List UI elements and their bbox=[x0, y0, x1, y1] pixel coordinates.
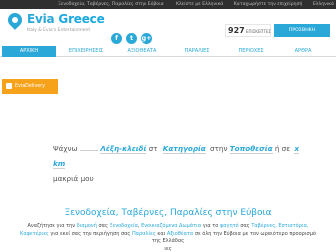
search-sentence: Ψάχνω Λέξη-κλειδί στ Κατηγορία στην Τοπο… bbox=[53, 141, 303, 186]
evia-delivery-button[interactable]: EviaDelivery bbox=[2, 79, 58, 94]
top-link-register-business[interactable]: Καταχωρήστε την επιχείρησή bbox=[234, 2, 303, 7]
nav-beaches[interactable]: ΠΑΡΑΛΙΕΣ bbox=[170, 46, 224, 57]
nav-businesses[interactable]: ΕΠΙΧΕΙΡΗΣΕΙΣ bbox=[59, 46, 113, 57]
evia-delivery-label: EviaDelivery bbox=[15, 84, 46, 89]
intro-link-cafes[interactable]: Καφετέριες bbox=[20, 231, 49, 237]
intro-link-hotels[interactable]: Ξενοδοχεία bbox=[109, 223, 137, 229]
search-keyword-marker: στ bbox=[148, 144, 158, 153]
site-logo[interactable]: Evia Greece Italy & Evia's Entertainment bbox=[5, 10, 105, 41]
intro-text-7: για εκεί σας την περιήγηση σας bbox=[48, 230, 132, 237]
nav-home[interactable]: ΑΡΧΙΚΗ bbox=[2, 46, 56, 57]
intro-paragraph: Αναζήτησε για την διαμονή σας Ξενοδοχεία… bbox=[20, 223, 316, 246]
twitter-icon[interactable]: t bbox=[126, 33, 137, 44]
main-nav: ΑΡΧΙΚΗ ΕΠΙΧΕΙΡΗΣΕΙΣ ΑΞΙΟΘΕΑΤΑ ΠΑΡΑΛΙΕΣ Π… bbox=[0, 46, 336, 57]
nav-areas[interactable]: ΠΕΡΙΟΧΕΣ bbox=[224, 46, 278, 57]
nav-articles[interactable]: ΑΡΘΡΑ bbox=[276, 46, 330, 57]
brand-part-evia: Evia bbox=[27, 12, 55, 26]
intro-text-5: σας bbox=[238, 223, 252, 229]
search-or-label: ή σε bbox=[274, 144, 291, 153]
search-keyword-gap bbox=[79, 150, 98, 151]
nav-sights[interactable]: ΑΞΙΟΘΕΑΤΑ bbox=[115, 46, 169, 57]
social-links: f t g+ bbox=[111, 25, 156, 44]
search-prefix: Ψάχνω bbox=[53, 144, 78, 153]
add-business-button[interactable]: ΠΡΟΣΘΗΚΗ bbox=[274, 24, 330, 37]
intro-text-8: και bbox=[155, 230, 167, 237]
google-plus-icon[interactable]: g+ bbox=[141, 33, 152, 44]
brand-tagline: Italy & Evia's Entertainment bbox=[27, 28, 91, 33]
search-suffix: μακριά μου bbox=[53, 174, 94, 183]
search-in-label: στην bbox=[210, 144, 228, 153]
intro-link-food[interactable]: φαγητό bbox=[220, 223, 239, 229]
top-link-book[interactable]: Κλείστε με Ελληνικά bbox=[176, 2, 223, 7]
visitor-count: 927 bbox=[228, 26, 245, 35]
map-pin-icon bbox=[5, 10, 25, 30]
intro-link-sights[interactable]: Αξιοθέατα bbox=[167, 231, 193, 237]
visitor-label: ΕΠΙΣΚΕΠΤΕΣ bbox=[246, 29, 271, 34]
search-location-select[interactable]: Τοποθεσία bbox=[229, 144, 273, 154]
delivery-icon bbox=[6, 83, 12, 89]
page-headline: Ξενοδοχεία, Ταβέρνες, Παραλίες στην Εύβο… bbox=[64, 208, 272, 218]
brand-name: Evia Greece bbox=[27, 12, 105, 26]
top-bar-title: Ξενοδοχεία, Ταβέρνες, Παραλίες στην Εύβο… bbox=[58, 2, 164, 7]
facebook-icon[interactable]: f bbox=[111, 33, 122, 44]
top-bar: Ξενοδοχεία, Ταβέρνες, Παραλίες στην Εύβο… bbox=[0, 0, 336, 9]
intro-link-taverns[interactable]: Ταβέρνες, Εστιατόρια, bbox=[251, 223, 308, 229]
intro-text-4: για το bbox=[201, 223, 220, 229]
top-bar-links: Κλείστε με Ελληνικά Καταχωρήστε την επιχ… bbox=[167, 0, 334, 9]
site-header: Evia Greece Italy & Evia's Entertainment… bbox=[0, 9, 336, 44]
intro-link-beaches[interactable]: Παραλίες bbox=[132, 231, 156, 237]
search-keyword-input[interactable]: Λέξη-κλειδί bbox=[100, 144, 147, 154]
top-link-language[interactable]: Ελληνικά bbox=[313, 2, 334, 7]
visitor-counter: 927 ΕΠΙΣΚΕΠΤΕΣ bbox=[225, 24, 271, 37]
intro-link-rooms[interactable]: Ενοικιαζόμενα Δωμάτια bbox=[141, 223, 201, 229]
intro-text-1: Αναζήτησε για την bbox=[27, 223, 77, 229]
search-category-select[interactable]: Κατηγορία bbox=[162, 144, 206, 154]
cut-off-text: ιες bbox=[164, 246, 172, 252]
brand-part-greece: Greece bbox=[58, 12, 105, 26]
intro-text-2: σας bbox=[96, 223, 110, 229]
intro-link-stay[interactable]: διαμονή bbox=[77, 223, 97, 229]
